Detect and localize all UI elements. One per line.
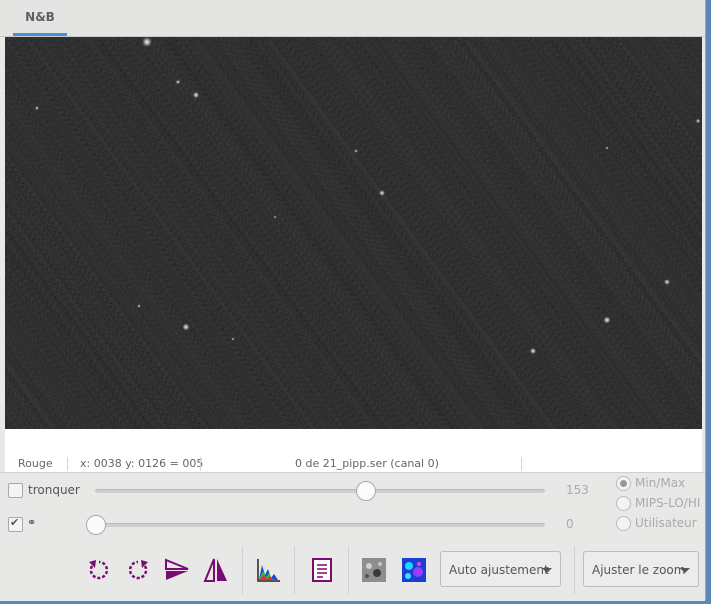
low-level-value: 0 <box>566 517 574 531</box>
radio-mips[interactable] <box>616 496 631 511</box>
link-checkbox[interactable] <box>8 516 23 532</box>
rotate-right-icon <box>128 560 148 580</box>
mirror-y-icon <box>203 558 227 582</box>
radio-user[interactable] <box>616 516 631 531</box>
toolbar-separator <box>242 546 243 594</box>
status-bar: Rouge x: 0038 y: 0126 = 005 0 de 21_pipp… <box>5 456 702 472</box>
rotate-right-button[interactable] <box>124 556 152 584</box>
auto-adjust-dropdown[interactable]: Auto ajustement <box>440 551 561 587</box>
image-view[interactable] <box>5 37 702 429</box>
chevron-down-icon <box>542 568 552 573</box>
tab-active-indicator <box>13 33 67 36</box>
status-separator <box>67 457 68 471</box>
rotate-left-icon <box>89 560 109 580</box>
high-level-slider[interactable] <box>95 489 545 493</box>
colormap-icon <box>402 558 426 582</box>
negative-view-icon <box>362 558 386 582</box>
tab-nb-label: N&B <box>25 10 55 24</box>
tab-bar: N&B <box>0 0 705 37</box>
tab-nb[interactable]: N&B <box>13 0 67 36</box>
chain-link-icon: ⚭ <box>27 516 37 529</box>
colormap-button[interactable] <box>400 556 428 584</box>
fits-header-button[interactable] <box>308 556 336 584</box>
status-separator <box>200 457 201 471</box>
negative-view-button[interactable] <box>360 556 388 584</box>
status-frame: 0 de 21_pipp.ser (canal 0) <box>295 457 439 470</box>
high-level-slider-knob[interactable] <box>356 481 376 501</box>
status-channel: Rouge <box>18 457 53 470</box>
radio-user-label: Utilisateur <box>635 516 697 530</box>
chevron-down-icon <box>680 568 690 573</box>
toolbar-separator <box>348 546 349 594</box>
low-level-slider[interactable] <box>95 523 545 527</box>
zoom-label: Ajuster le zoom <box>592 563 686 577</box>
radio-minmax-label: Min/Max <box>635 476 686 490</box>
histogram-icon <box>257 559 280 582</box>
mirror-x-icon <box>165 558 189 580</box>
crop-checkbox[interactable] <box>8 483 23 498</box>
toolbar-separator <box>294 546 295 594</box>
zoom-dropdown[interactable]: Ajuster le zoom <box>583 551 699 587</box>
status-coords: x: 0038 y: 0126 = 005 <box>80 457 204 470</box>
fits-header-icon <box>312 558 332 582</box>
radio-mips-label: MIPS-LO/HI <box>635 496 700 510</box>
mirror-y-button[interactable] <box>202 556 230 584</box>
main-window: N&B Rouge x: 0038 y: 0126 = 005 0 de 21_… <box>0 0 706 601</box>
image-bottom-padding <box>5 429 702 456</box>
low-level-slider-knob[interactable] <box>86 515 106 535</box>
radio-minmax[interactable] <box>616 476 631 491</box>
astro-image-canvas[interactable] <box>5 37 702 429</box>
rotate-left-button[interactable] <box>85 556 113 584</box>
histogram-button[interactable] <box>254 556 282 584</box>
crop-label: tronquer <box>28 483 80 497</box>
toolbar-separator <box>574 546 575 594</box>
high-level-value: 153 <box>566 483 589 497</box>
mirror-x-button[interactable] <box>163 556 191 584</box>
auto-adjust-label: Auto ajustement <box>449 563 549 577</box>
display-controls: tronquer 153 ⚭ 0 Min/Max MIPS-LO/HI Util… <box>0 472 705 601</box>
status-separator <box>521 457 522 471</box>
